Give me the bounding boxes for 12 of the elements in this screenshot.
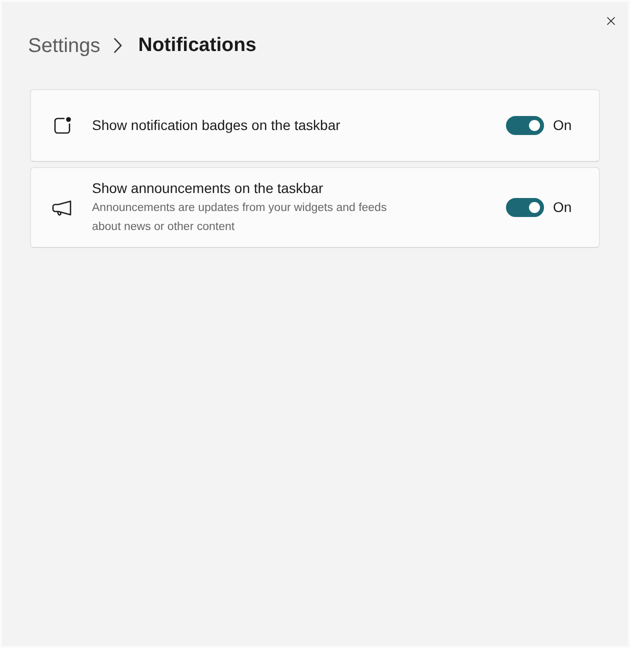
page-title: Notifications [138, 32, 256, 58]
setting-title: Show notification badges on the taskbar [92, 116, 340, 135]
chevron-right-icon [114, 38, 122, 53]
setting-description: Announcements are updates from your widgets and feeds about news or other content [92, 200, 388, 234]
toggle-state-label: On [553, 116, 573, 135]
toggle-state-label: On [553, 198, 573, 217]
setting-title: Show announcements on the taskbar [92, 178, 324, 198]
toggle-switch[interactable] [506, 198, 544, 217]
app-badge-icon [52, 116, 72, 135]
megaphone-icon [52, 200, 72, 216]
breadcrumb-link[interactable]: Settings [28, 30, 100, 60]
toggle-switch[interactable] [506, 116, 544, 135]
